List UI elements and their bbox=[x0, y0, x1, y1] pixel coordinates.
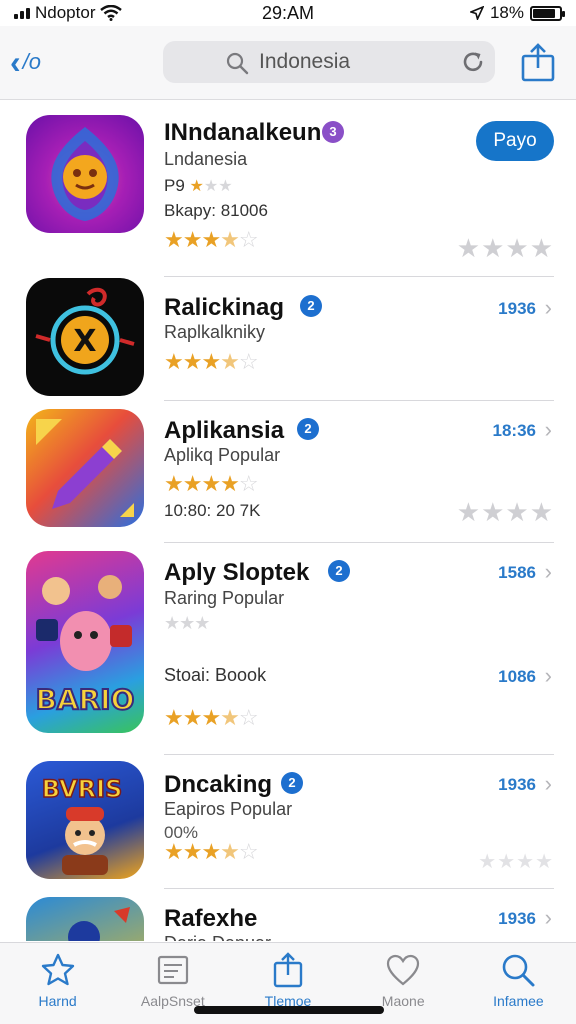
game-characters-logo-icon: BARIO bbox=[35, 575, 135, 717]
app-badge: 2 bbox=[297, 418, 319, 440]
app-meta-downloads: Bkapy: 81006 bbox=[164, 201, 268, 220]
app-price[interactable]: 1936 bbox=[498, 775, 536, 795]
app-row[interactable]: INndanalkeun 3 Lndanesia P9 ★★★ Bkapy: 8… bbox=[0, 101, 576, 277]
battery-icon bbox=[530, 5, 565, 21]
status-bar: Ndoptor 29:AM 18% bbox=[0, 0, 576, 26]
app-name: Rafexhe bbox=[164, 905, 258, 932]
marker-logo-icon bbox=[36, 419, 134, 517]
chevron-left-icon: ‹ bbox=[10, 44, 21, 80]
location-arrow-icon bbox=[469, 6, 484, 20]
app-price[interactable]: 18:36 bbox=[493, 421, 536, 441]
search-icon bbox=[503, 954, 535, 987]
chevron-right-icon[interactable]: › bbox=[545, 771, 552, 797]
app-meta-code: P9 bbox=[164, 176, 185, 195]
app-icon[interactable] bbox=[26, 115, 144, 233]
app-row[interactable]: Aplikansia 2 Aplikq Popular ★★★★☆ 10:80:… bbox=[0, 401, 576, 543]
rating-placeholder-stars: ★★★★ bbox=[478, 851, 554, 873]
target-x-logo-icon: X bbox=[35, 287, 135, 375]
mask-logo-icon bbox=[51, 127, 119, 221]
nav-bar: ‹ /o bbox=[0, 26, 576, 100]
app-name: Ralickinag bbox=[164, 294, 285, 321]
rating-stars: ★★★★☆ bbox=[164, 349, 259, 374]
status-right: 18% bbox=[469, 3, 565, 23]
share-icon[interactable] bbox=[520, 42, 556, 82]
star-icon bbox=[41, 953, 74, 986]
app-row[interactable]: BVRIS Dncaking 2 Eapiros Popular 00% ★★★… bbox=[0, 755, 576, 889]
get-button[interactable]: Payo bbox=[476, 121, 554, 161]
battery-percent: 18% bbox=[489, 3, 524, 22]
heart-icon bbox=[387, 954, 420, 986]
chevron-right-icon[interactable]: › bbox=[545, 295, 552, 321]
search-input[interactable] bbox=[259, 50, 459, 74]
app-subtitle: Eapiros Popular bbox=[164, 799, 293, 819]
rating-placeholder-stars: ★★★★ bbox=[456, 497, 554, 527]
tab-label: Harnd bbox=[38, 993, 77, 1009]
app-row[interactable]: BARIO Aply Sloptek 2 Raring Popular ★★★ … bbox=[0, 543, 576, 755]
app-subtitle: Raring Popular bbox=[164, 588, 285, 608]
rating-stars-mini: ★★★ bbox=[164, 613, 210, 633]
carrier-name: Ndoptor bbox=[35, 3, 96, 22]
app-icon[interactable] bbox=[26, 897, 144, 941]
svg-text:BARIO: BARIO bbox=[36, 683, 135, 716]
battery-level bbox=[533, 8, 556, 18]
chef-character-logo-icon: BVRIS bbox=[41, 774, 123, 875]
tab-infamee[interactable]: Infamee bbox=[461, 943, 576, 1024]
rating-stars: ★★★★☆ bbox=[164, 839, 259, 864]
app-badge: 2 bbox=[328, 560, 350, 582]
app-subtitle: Daria Danuar bbox=[164, 933, 271, 941]
share-icon bbox=[273, 952, 303, 988]
signal-icon bbox=[14, 7, 30, 19]
app-price[interactable]: 1586 bbox=[498, 563, 536, 583]
app-icon[interactable]: BVRIS bbox=[26, 761, 144, 879]
svg-text:X: X bbox=[73, 324, 96, 359]
app-row[interactable]: Rafexhe Daria Danuar 1936 › bbox=[0, 889, 576, 941]
tab-label: Infamee bbox=[493, 993, 544, 1009]
app-icon[interactable]: BARIO bbox=[26, 551, 144, 733]
app-subtitle: Lndanesia bbox=[164, 149, 248, 169]
rating-placeholder-stars: ★★★★ bbox=[456, 233, 554, 263]
svg-text:BVRIS: BVRIS bbox=[42, 775, 123, 803]
rating-stars: ★★★★☆ bbox=[164, 471, 259, 496]
app-icon[interactable] bbox=[26, 409, 144, 527]
app-name: Aply Sloptek bbox=[164, 559, 310, 586]
app-badge: 2 bbox=[281, 772, 303, 794]
tab-harnd[interactable]: Harnd bbox=[0, 943, 115, 1024]
search-bar[interactable] bbox=[163, 41, 495, 83]
app-row[interactable]: X Ralickinag 2 Raplkalkniky ★★★★☆ 1936 › bbox=[0, 277, 576, 401]
chevron-right-icon[interactable]: › bbox=[545, 905, 552, 931]
mini-star-icon: ★ bbox=[189, 178, 204, 195]
app-subtitle: Aplikq Popular bbox=[164, 445, 281, 465]
app-list: INndanalkeun 3 Lndanesia P9 ★★★ Bkapy: 8… bbox=[0, 101, 576, 941]
app-meta: P9 ★★★ bbox=[164, 176, 233, 196]
tab-label: Maone bbox=[381, 993, 425, 1009]
rating-stars: ★★★★☆ bbox=[164, 705, 259, 730]
chevron-right-icon[interactable]: › bbox=[545, 663, 552, 689]
mini-star-icon: ★★ bbox=[203, 178, 233, 195]
reload-icon[interactable] bbox=[461, 50, 485, 74]
rating-stars: ★★★★☆ bbox=[164, 227, 259, 252]
app-name: Aplikansia bbox=[164, 417, 285, 444]
app-badge: 3 bbox=[322, 121, 344, 143]
home-indicator[interactable] bbox=[194, 1006, 384, 1014]
game-logo-icon bbox=[68, 907, 130, 941]
app-badge: 2 bbox=[300, 295, 322, 317]
chevron-right-icon[interactable]: › bbox=[545, 559, 552, 585]
app-meta-category: Stoai: Boook bbox=[164, 665, 267, 685]
search-icon bbox=[226, 52, 249, 75]
back-button[interactable]: ‹ /o bbox=[10, 42, 70, 82]
app-name: Dncaking bbox=[164, 771, 273, 798]
app-price[interactable]: 1936 bbox=[498, 909, 536, 929]
wifi-icon bbox=[100, 5, 123, 21]
list-icon bbox=[157, 955, 188, 985]
back-label: /o bbox=[22, 49, 42, 74]
app-meta-downloads: 10:80: 20 7K bbox=[164, 501, 261, 520]
app-price[interactable]: 1086 bbox=[498, 667, 536, 687]
status-left: Ndoptor bbox=[14, 3, 123, 23]
app-icon[interactable]: X bbox=[26, 278, 144, 396]
chevron-right-icon[interactable]: › bbox=[545, 417, 552, 443]
app-subtitle: Raplkalkniky bbox=[164, 322, 266, 342]
app-name: INndanalkeun bbox=[164, 119, 322, 146]
app-price[interactable]: 1936 bbox=[498, 299, 536, 319]
